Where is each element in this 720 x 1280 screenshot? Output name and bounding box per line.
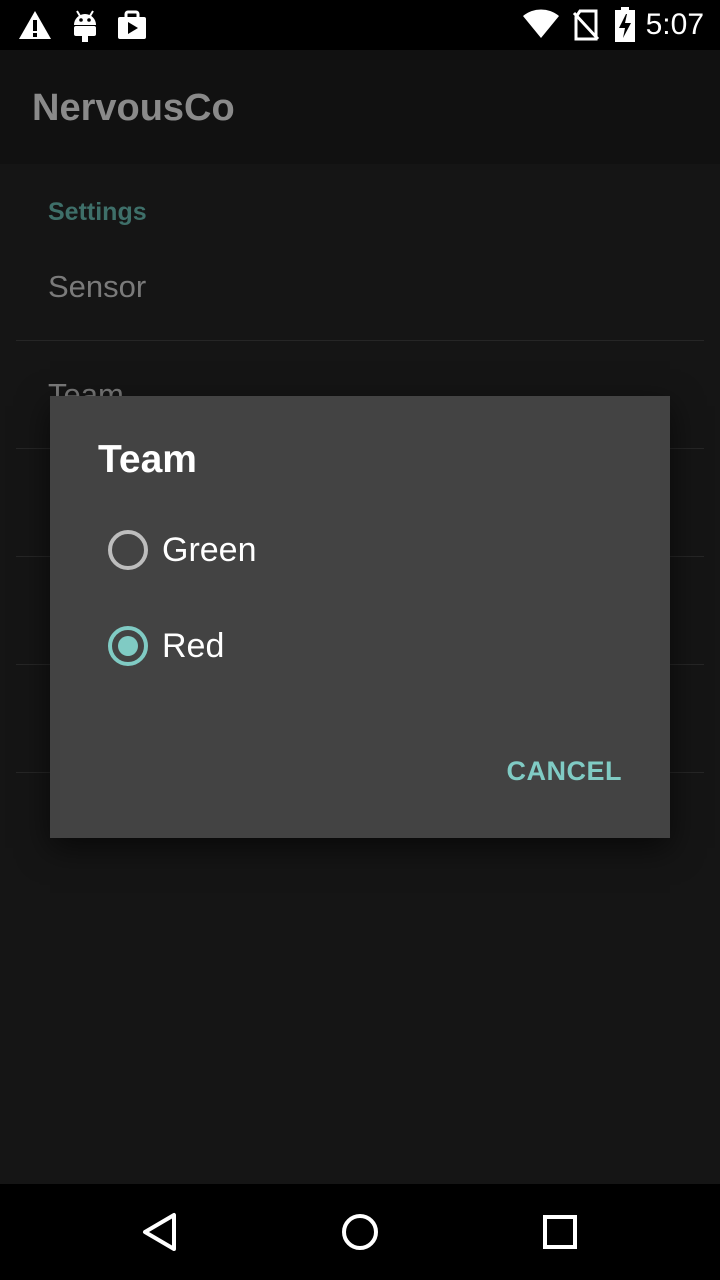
status-bar: 5:07 (0, 0, 720, 50)
divider (16, 340, 704, 341)
option-label: Red (162, 626, 225, 665)
app-title: NervousCo (32, 87, 235, 129)
android-debug-icon (74, 10, 96, 42)
navigation-bar (0, 1184, 720, 1280)
radio-button-unchecked[interactable] (108, 530, 148, 570)
radio-button-checked[interactable] (108, 626, 148, 666)
settings-category-title: Settings (48, 198, 147, 226)
option-red[interactable]: Red (108, 616, 628, 676)
back-icon[interactable] (130, 1202, 190, 1262)
screen: 5:07 NervousCo Settings Sensor Team Team… (0, 0, 720, 1280)
play-store-icon (118, 10, 146, 39)
pref-item-sensor[interactable]: Sensor (48, 269, 146, 305)
option-label: Green (162, 530, 257, 569)
wifi-icon (523, 9, 559, 39)
warning-icon (19, 11, 51, 39)
battery-charging-icon (615, 7, 635, 42)
cancel-button[interactable]: CANCEL (507, 756, 623, 787)
recents-icon[interactable] (530, 1202, 590, 1262)
dialog-title: Team (98, 438, 197, 481)
no-sim-icon (572, 9, 600, 41)
status-time: 5:07 (645, 8, 704, 41)
home-icon[interactable] (330, 1202, 390, 1262)
app-bar: NervousCo (0, 50, 720, 164)
option-green[interactable]: Green (108, 520, 628, 580)
team-dialog: Team Green Red CANCEL (50, 396, 670, 838)
